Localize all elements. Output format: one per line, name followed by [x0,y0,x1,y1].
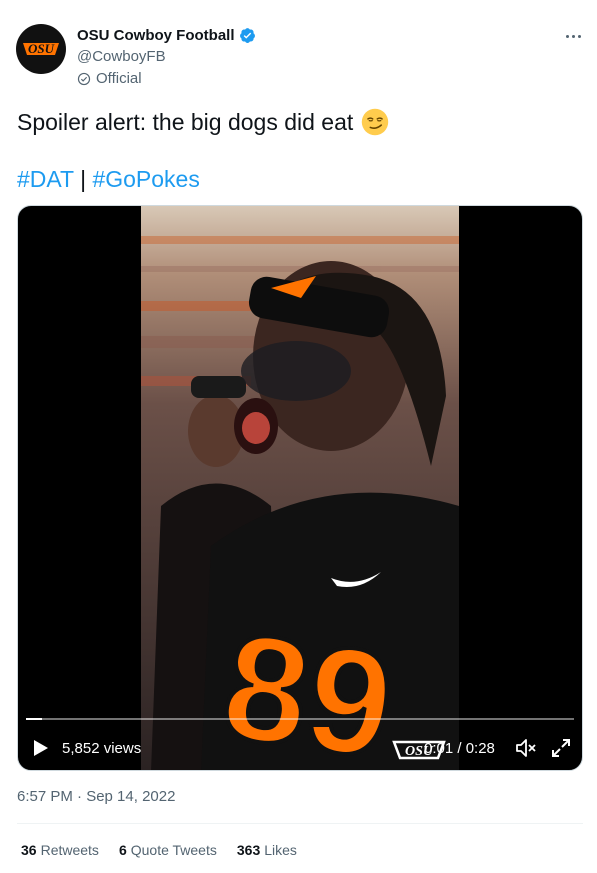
likes-label: Likes [264,842,297,858]
quote-tweets-count: 6 [118,842,127,858]
video-frame[interactable]: 89 [141,206,459,770]
video-progress-bar[interactable] [26,718,574,720]
official-label-row: Official [77,70,142,87]
official-check-icon [77,72,91,85]
fullscreen-icon[interactable] [550,737,572,759]
play-icon[interactable] [33,739,49,757]
official-label: Official [96,70,142,87]
osu-logo-icon: OSU [18,26,64,72]
retweets-stat[interactable]: 36 Retweets [21,842,99,858]
engagement-stats: 36 Retweets 6 Quote Tweets 363 Likes [21,842,297,858]
tweet-text-row: Spoiler alert: the big dogs did eat [17,108,389,136]
tweet-text: Spoiler alert: the big dogs did eat [17,108,354,135]
video-player[interactable]: 89 5,852 views OSU 0:01 / 0:28 [17,205,583,771]
video-views: 5,852 views [62,740,142,757]
muted-speaker-icon[interactable] [515,738,537,758]
retweets-count: 36 [21,842,37,858]
likes-count: 363 [236,842,261,858]
video-controls: 5,852 views OSU 0:01 / 0:28 [18,731,582,765]
hashtags-row: #DAT | #GoPokes [17,166,200,193]
smirking-face-emoji-icon [362,108,389,136]
quote-tweets-label: Quote Tweets [130,842,217,858]
hashtag-gopokes[interactable]: #GoPokes [92,166,199,192]
dot-icon [565,34,569,38]
video-progress-fill [26,718,43,720]
video-time: 0:01 / 0:28 [424,740,495,757]
divider [17,823,583,824]
dot-icon [577,34,581,38]
dot-icon [571,34,575,38]
more-options-button[interactable] [560,26,586,46]
author-handle[interactable]: @CowboyFB [77,48,166,65]
hashtag-dat[interactable]: #DAT [17,166,74,192]
likes-stat[interactable]: 363 Likes [237,842,297,858]
retweets-label: Retweets [40,842,99,858]
tweet-timestamp[interactable]: 6:57 PM · Sep 14, 2022 [17,788,175,805]
avatar-text: OSU [28,41,55,56]
tweet-card: OSU OSU Cowboy Football @CowboyFB Offici… [0,0,597,873]
verified-badge-icon [239,28,255,43]
video-still-image: 89 [141,206,459,770]
author-name[interactable]: OSU Cowboy Football [77,27,235,44]
author-name-row: OSU Cowboy Football [77,27,256,44]
avatar[interactable]: OSU [16,24,66,74]
hashtag-separator: | [80,166,87,192]
quote-tweets-stat[interactable]: 6 Quote Tweets [119,842,217,858]
